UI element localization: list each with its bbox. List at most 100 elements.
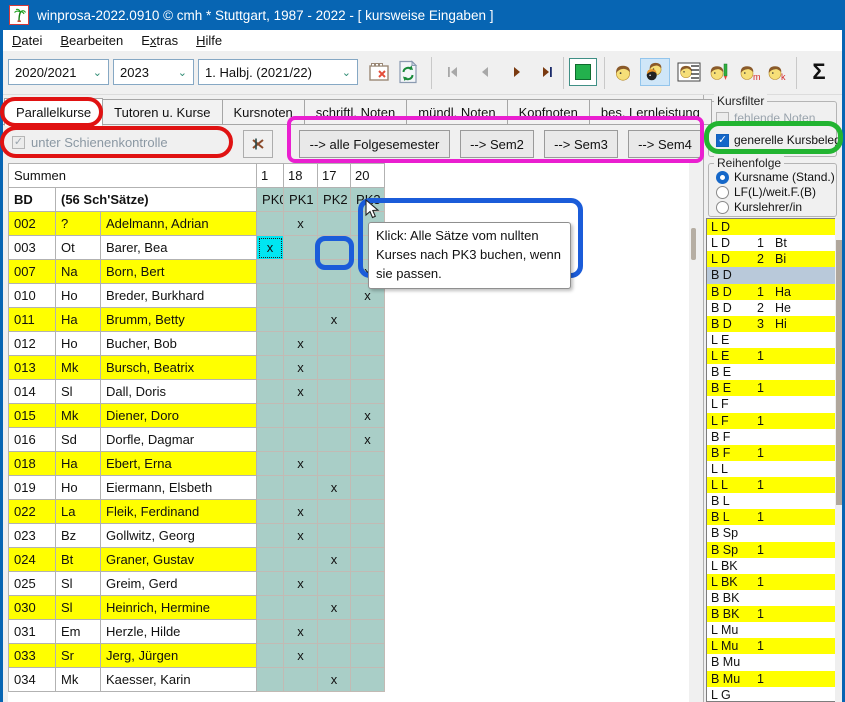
course-list-item[interactable]: B E1	[707, 380, 836, 396]
matrix-cell[interactable]: x	[318, 308, 351, 332]
matrix-cell[interactable]	[351, 620, 385, 644]
student-m-button[interactable]: m	[735, 58, 763, 86]
matrix-cell[interactable]	[257, 380, 284, 404]
matrix-cell[interactable]	[284, 404, 318, 428]
matrix-cell[interactable]	[318, 236, 351, 260]
matrix-cell[interactable]	[257, 548, 284, 572]
course-list-item[interactable]: B D	[707, 267, 836, 283]
matrix-cell[interactable]	[351, 308, 385, 332]
tab-tutoren-u-kurse[interactable]: Tutoren u. Kurse	[103, 99, 222, 125]
matrix-cell[interactable]	[318, 332, 351, 356]
sum-button[interactable]: Σ	[804, 58, 834, 86]
menu-bearbeiten[interactable]: Bearbeiten	[51, 30, 132, 51]
matrix-cell[interactable]	[318, 356, 351, 380]
matrix-cell[interactable]	[318, 524, 351, 548]
course-list-item[interactable]: B Sp	[707, 525, 836, 541]
matrix-cell[interactable]	[318, 428, 351, 452]
matrix-cell[interactable]	[257, 572, 284, 596]
matrix-cell[interactable]: x	[284, 332, 318, 356]
alle-folgesemester-button[interactable]: --> alle Folgesemester	[299, 130, 450, 158]
matrix-cell[interactable]: x	[284, 380, 318, 404]
course-list-item[interactable]: L D1Bt	[707, 235, 836, 251]
student-k-button[interactable]: k	[763, 58, 791, 86]
course-list-item[interactable]: L E1	[707, 348, 836, 364]
matrix-cell[interactable]: x	[284, 212, 318, 236]
matrix-cell[interactable]	[257, 404, 284, 428]
matrix-cell[interactable]: x	[318, 548, 351, 572]
matrix-cell[interactable]	[257, 500, 284, 524]
matrix-cell[interactable]	[257, 524, 284, 548]
matrix-cell[interactable]	[257, 308, 284, 332]
matrix-cell[interactable]	[257, 212, 284, 236]
matrix-cell[interactable]: x	[284, 500, 318, 524]
sem4-button[interactable]: --> Sem4	[628, 130, 702, 158]
tab-kursnoten[interactable]: Kursnoten	[223, 99, 305, 125]
matrix-cell[interactable]	[351, 500, 385, 524]
course-list-item[interactable]: B L	[707, 493, 836, 509]
course-list-item[interactable]: L L1	[707, 477, 836, 493]
matrix-cell[interactable]	[257, 260, 284, 284]
course-list-item[interactable]: B Mu	[707, 654, 836, 670]
course-list-item[interactable]: L L	[707, 461, 836, 477]
pk3-header[interactable]: PK3	[351, 188, 385, 212]
matrix-cell[interactable]	[257, 452, 284, 476]
matrix-cell[interactable]	[284, 308, 318, 332]
tab-m-ndl-noten[interactable]: mündl. Noten	[407, 99, 507, 125]
menu-extras[interactable]: Extras	[132, 30, 187, 51]
matrix-cell[interactable]	[284, 236, 318, 260]
menu-hilfe[interactable]: Hilfe	[187, 30, 231, 51]
matrix-cell[interactable]: x	[284, 644, 318, 668]
course-list-item[interactable]: B D3Hi	[707, 316, 836, 332]
pk1-header[interactable]: PK1	[284, 188, 318, 212]
matrix-cell[interactable]: x	[257, 236, 284, 260]
matrix-cell[interactable]	[257, 332, 284, 356]
matrix-cell[interactable]	[351, 476, 385, 500]
course-list-item[interactable]: B Mu1	[707, 671, 836, 687]
course-list-item[interactable]: L G	[707, 687, 836, 702]
pk0-header[interactable]: PK0	[257, 188, 284, 212]
matrix-cell[interactable]	[284, 260, 318, 284]
course-list-item[interactable]: B F	[707, 429, 836, 445]
student-view-button[interactable]	[610, 58, 636, 86]
matrix-cell[interactable]	[351, 644, 385, 668]
course-list-item[interactable]: L BK1	[707, 574, 836, 590]
matrix-cell[interactable]	[351, 596, 385, 620]
matrix-cell[interactable]	[257, 596, 284, 620]
refresh-button[interactable]	[395, 58, 421, 86]
matrix-cell[interactable]	[318, 380, 351, 404]
student-list-button[interactable]	[675, 58, 703, 86]
course-list-item[interactable]: B D2He	[707, 300, 836, 316]
matrix-cell[interactable]	[318, 404, 351, 428]
form-delete-button[interactable]	[365, 58, 393, 86]
matrix-cell[interactable]	[318, 644, 351, 668]
course-list-item[interactable]: B Sp1	[707, 542, 836, 558]
cohort-select[interactable]: 2023⌄	[113, 59, 194, 85]
course-list-item[interactable]: B E	[707, 364, 836, 380]
nav-prev-button[interactable]	[471, 58, 499, 86]
course-list-item[interactable]: L F1	[707, 413, 836, 429]
matrix-cell[interactable]	[318, 500, 351, 524]
course-list-item[interactable]: B BK1	[707, 606, 836, 622]
matrix-cell[interactable]	[351, 524, 385, 548]
sem2-button[interactable]: --> Sem2	[460, 130, 534, 158]
matrix-cell[interactable]	[351, 356, 385, 380]
green-square-button[interactable]	[569, 58, 597, 86]
course-list-item[interactable]: B L1	[707, 509, 836, 525]
matrix-cell[interactable]: x	[284, 524, 318, 548]
pk2-header[interactable]: PK2	[318, 188, 351, 212]
matrix-scrollbar-thumb[interactable]	[691, 228, 696, 260]
tab-parallelkurse[interactable]: Parallelkurse	[4, 98, 103, 126]
course-list-item[interactable]: B BK	[707, 590, 836, 606]
matrix-cell[interactable]	[318, 284, 351, 308]
matrix-cell[interactable]	[318, 620, 351, 644]
matrix-cell[interactable]	[257, 620, 284, 644]
matrix-cell[interactable]	[318, 452, 351, 476]
matrix-cell[interactable]: x	[284, 452, 318, 476]
course-list-item[interactable]: L Mu	[707, 622, 836, 638]
nav-next-button[interactable]	[503, 58, 531, 86]
course-list-item[interactable]: L Mu1	[707, 638, 836, 654]
nav-first-button[interactable]	[439, 58, 467, 86]
matrix-cell[interactable]	[257, 644, 284, 668]
matrix-cell[interactable]	[284, 548, 318, 572]
matrix-cell[interactable]	[284, 596, 318, 620]
